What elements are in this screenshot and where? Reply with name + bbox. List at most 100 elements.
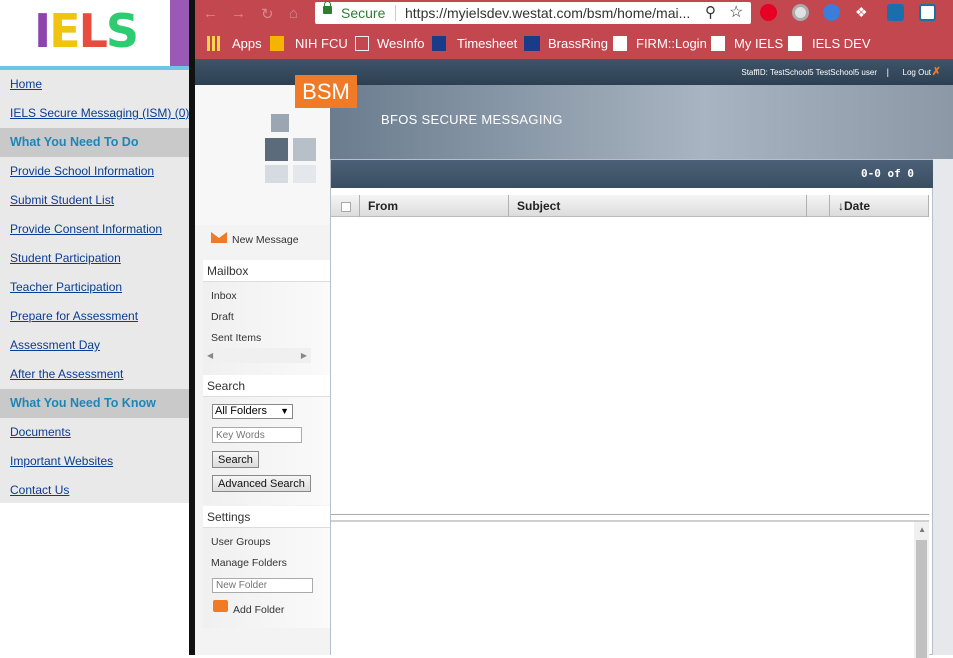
mailbox-draft[interactable]: Draft <box>211 311 234 323</box>
extension-circle-icon[interactable] <box>792 4 809 21</box>
bookmark-my-iels[interactable]: My IELS <box>734 36 783 51</box>
bookmark-firm-login[interactable]: FIRM::Login <box>636 36 707 51</box>
mailbox-sent-items[interactable]: Sent Items <box>211 332 261 344</box>
page-icon <box>355 36 369 51</box>
logout-link[interactable]: Log Out <box>903 68 931 77</box>
message-grid-header: From Subject ↓Date <box>331 195 929 217</box>
nav-link[interactable]: Important Websites <box>0 447 189 476</box>
column-subject[interactable]: Subject <box>509 195 807 217</box>
browser-toolbar: ← → ↻ ⌂ Secure https://myielsdev.westat.… <box>195 0 953 27</box>
logo-square <box>271 114 289 132</box>
nih-fcu-icon <box>270 36 284 51</box>
iels-logo-text: IELS <box>34 4 139 58</box>
reload-icon[interactable]: ↻ <box>261 5 274 23</box>
nav-link[interactable]: After the Assessment <box>0 360 189 389</box>
mailbox-hscrollbar[interactable]: ◀ ▶ <box>203 348 311 363</box>
message-count: 0-0 of 0 <box>861 167 914 180</box>
nav-link[interactable]: Provide School Information <box>0 157 189 186</box>
logo-accent-bar <box>170 0 189 66</box>
add-folder-link[interactable]: Add Folder <box>233 604 284 616</box>
logo-square <box>265 165 288 183</box>
app-title: BFOS SECURE MESSAGING <box>381 112 563 127</box>
mailbox-heading: Mailbox <box>203 260 330 282</box>
nav-link[interactable]: Student Participation <box>0 244 189 273</box>
nav-link[interactable]: Submit Student List <box>0 186 189 215</box>
bookmark-apps[interactable]: Apps <box>232 36 262 51</box>
folder-select[interactable]: All Folders ▼ <box>212 404 293 419</box>
manage-folders-link[interactable]: Manage Folders <box>211 557 287 569</box>
mailbox-inbox[interactable]: Inbox <box>211 290 237 302</box>
logout-icon[interactable]: ✗ <box>932 65 941 78</box>
right-edge <box>933 159 953 655</box>
secure-label: Secure <box>341 5 386 21</box>
pager-bar: 0-0 of 0 <box>331 160 934 188</box>
column-spacer <box>807 195 830 217</box>
user-groups-link[interactable]: User Groups <box>211 536 271 548</box>
forward-icon[interactable]: → <box>231 5 246 22</box>
folder-select-value: All Folders <box>215 405 267 417</box>
logo-square <box>265 138 288 161</box>
bookmark-nih-fcu[interactable]: NIH FCU <box>295 36 348 51</box>
scroll-thumb[interactable] <box>916 540 927 658</box>
search-button[interactable]: Search <box>212 451 259 468</box>
staff-info: StaffID: TestSchool5 TestSchool5 user <box>741 68 877 77</box>
preview-vscrollbar[interactable]: ▲ <box>914 522 929 658</box>
ibm-icon <box>524 36 540 51</box>
column-from[interactable]: From <box>360 195 509 217</box>
bookmark-iels-dev[interactable]: IELS DEV <box>812 36 871 51</box>
iels-logo: IELS <box>0 0 189 66</box>
bookmark-wesinfo[interactable]: WesInfo <box>377 36 424 51</box>
checkbox-icon[interactable] <box>341 201 351 212</box>
bookmark-star-icon[interactable]: ☆ <box>729 2 743 22</box>
keywords-input[interactable] <box>212 427 302 443</box>
iels-panel: IELS Home IELS Secure Messaging (ISM) (0)… <box>0 0 189 655</box>
nav-link[interactable]: Teacher Participation <box>0 273 189 302</box>
page-icon <box>613 36 627 51</box>
shield-extension-icon[interactable] <box>919 4 936 21</box>
new-message-link[interactable]: New Message <box>232 234 299 246</box>
new-folder-input[interactable] <box>212 578 313 593</box>
screen-extension-icon[interactable] <box>887 4 904 21</box>
bookmark-timesheet[interactable]: Timesheet <box>457 36 517 51</box>
bsm-sidebar: New Message Mailbox Inbox Draft Sent Ite… <box>195 85 330 655</box>
chevron-down-icon: ▼ <box>280 406 289 416</box>
message-preview-pane[interactable]: ▲ <box>331 520 929 658</box>
nav-link[interactable]: Provide Consent Information <box>0 215 189 244</box>
browser-window: ← → ↻ ⌂ Secure https://myielsdev.westat.… <box>195 0 953 658</box>
address-bar[interactable]: Secure https://myielsdev.westat.com/bsm/… <box>315 1 751 24</box>
iels-nav: Home IELS Secure Messaging (ISM) (0) What … <box>0 70 189 503</box>
bookmark-brassring[interactable]: BrassRing <box>548 36 608 51</box>
scroll-up-icon[interactable]: ▲ <box>918 525 926 534</box>
sync-extension-icon[interactable] <box>823 4 840 21</box>
nav-link[interactable]: Assessment Day <box>0 331 189 360</box>
nav-link[interactable]: Prepare for Assessment <box>0 302 189 331</box>
column-date[interactable]: ↓Date <box>830 195 929 217</box>
url-text[interactable]: https://myielsdev.westat.com/bsm/home/ma… <box>405 5 690 21</box>
nav-link[interactable]: IELS Secure Messaging (ISM) (0) <box>0 99 189 128</box>
bookmarks-bar: Apps NIH FCU WesInfo Timesheet BrassRing… <box>195 27 953 59</box>
message-list-panel: 0-0 of 0 From Subject ↓Date ▲ <box>330 159 934 658</box>
new-message-icon[interactable] <box>211 232 227 243</box>
dropbox-icon[interactable]: ❖ <box>855 4 872 21</box>
settings-heading: Settings <box>203 506 330 528</box>
bsm-badge: BSM <box>295 75 357 108</box>
back-icon[interactable]: ← <box>203 5 218 22</box>
search-heading: Search <box>203 375 330 397</box>
page-icon <box>711 36 725 51</box>
lock-icon <box>323 1 332 14</box>
nav-section-heading: What You Need To Know <box>0 389 189 418</box>
scroll-left-icon[interactable]: ◀ <box>207 351 213 360</box>
bsm-app: StaffID: TestSchool5 TestSchool5 user | … <box>195 59 953 658</box>
nav-link[interactable]: Documents <box>0 418 189 447</box>
add-folder-icon[interactable] <box>213 600 228 612</box>
scroll-right-icon[interactable]: ▶ <box>301 351 307 360</box>
home-icon[interactable]: ⌂ <box>289 5 298 22</box>
apps-grid-icon <box>207 36 221 51</box>
nav-link[interactable]: Home <box>0 70 189 99</box>
nav-link[interactable]: Contact Us <box>0 476 189 505</box>
message-grid-body[interactable] <box>331 217 929 515</box>
select-all-checkbox[interactable] <box>331 195 360 217</box>
zoom-icon[interactable]: ⚲ <box>705 3 716 21</box>
advanced-search-button[interactable]: Advanced Search <box>212 475 311 492</box>
pinterest-icon[interactable] <box>760 4 777 21</box>
